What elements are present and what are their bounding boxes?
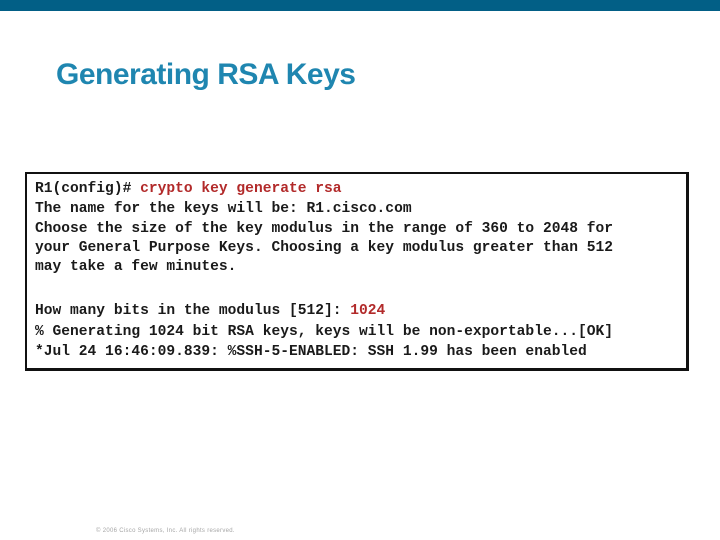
cli-prompt: How many bits in the modulus [512]: (35, 303, 351, 319)
cli-prompt: R1(config)# (35, 181, 141, 197)
copyright-footer: © 2006 Cisco Systems, Inc. All rights re… (96, 528, 235, 534)
top-banner (0, 0, 720, 11)
cli-line: your General Purpose Keys. Choosing a ke… (35, 240, 614, 256)
cli-line-modulus-prompt: How many bits in the modulus [512]: 1024 (35, 301, 686, 322)
cli-line: Choose the size of the key modulus in th… (35, 220, 614, 237)
cli-output-box: R1(config)# crypto key generate rsa The … (25, 172, 689, 371)
cli-line: may take a few minutes. (35, 259, 237, 275)
cli-command: crypto key generate rsa (140, 181, 342, 197)
cli-line: *Jul 24 16:46:09.839: %SSH-5-ENABLED: SS… (35, 344, 587, 360)
cli-line: The name for the keys will be: R1.cisco.… (35, 200, 412, 217)
cli-blank-line (35, 277, 686, 301)
cli-input-value: 1024 (350, 303, 386, 319)
slide-title: Generating RSA Keys (56, 58, 356, 91)
cli-line-prompt: R1(config)# crypto key generate rsa (35, 179, 686, 200)
cli-line: % Generating 1024 bit RSA keys, keys wil… (35, 323, 614, 340)
